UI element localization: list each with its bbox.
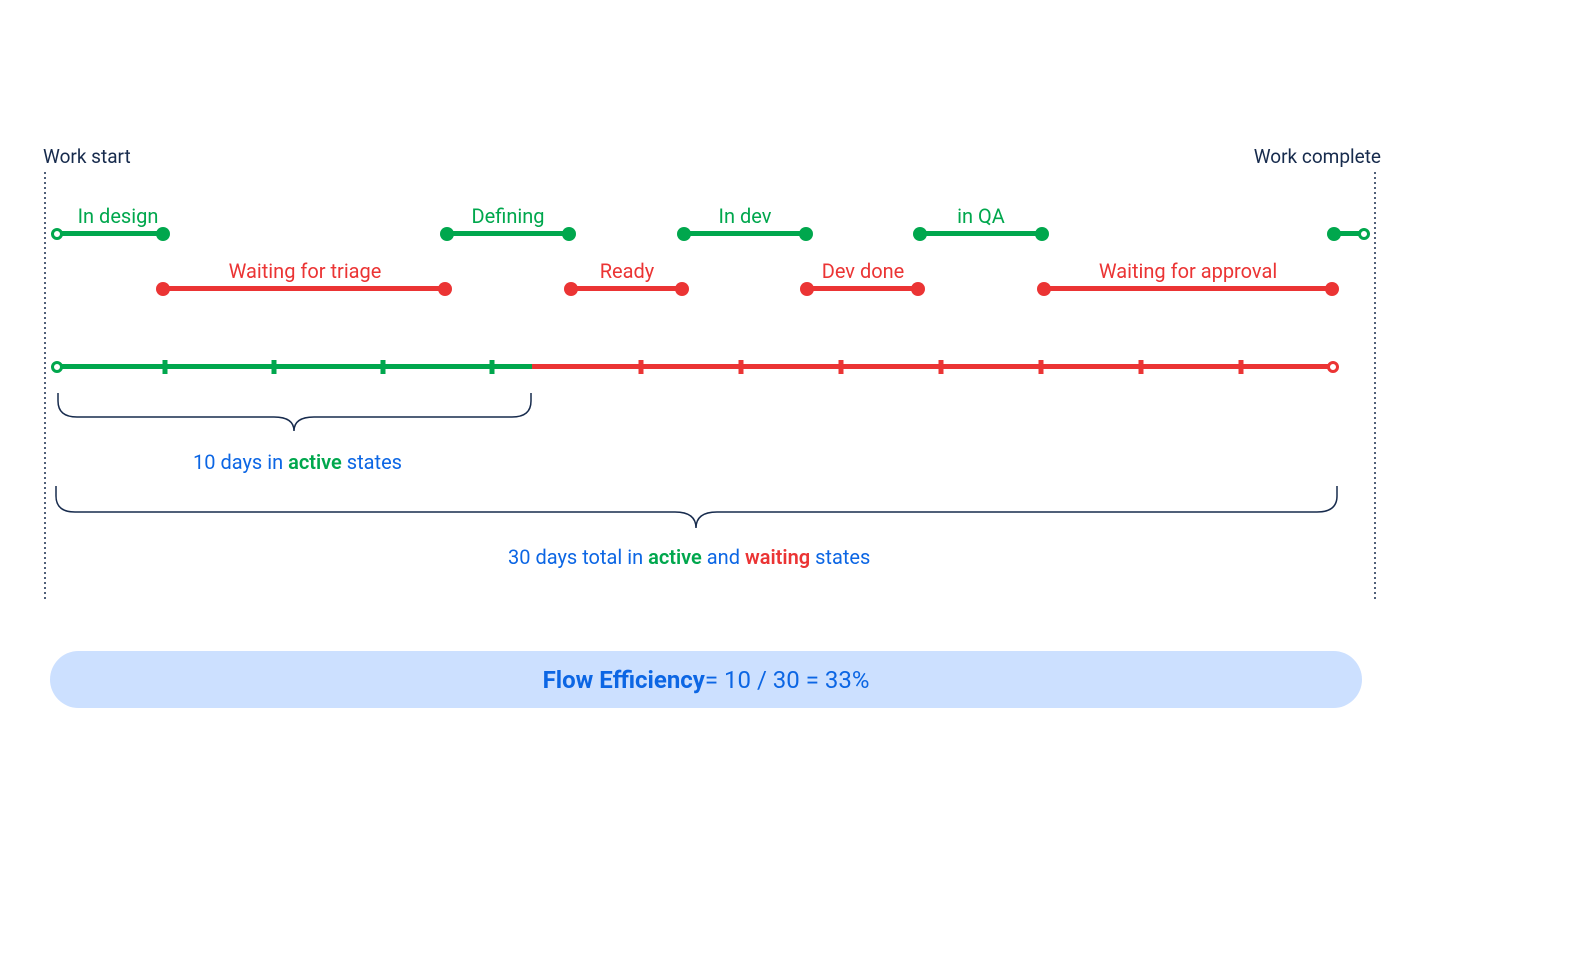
flow-efficiency-result: Flow Efficiency = 10 / 30 = 33% (50, 651, 1362, 708)
segment-label-in-dev: In dev (719, 204, 772, 228)
brace-text: 10 days in (193, 450, 288, 474)
segment-label-waiting-approval: Waiting for approval (1099, 259, 1277, 283)
brace-total-label: 30 days total in active and waiting stat… (508, 545, 870, 569)
segment-label-defining: Defining (472, 204, 545, 228)
result-label: Flow Efficiency (543, 666, 705, 694)
brace-active-label: 10 days in active states (193, 450, 402, 474)
boundary-lines (43, 172, 1378, 602)
brace-active (57, 393, 532, 433)
brace-text: states (342, 450, 402, 474)
tick-icon (639, 360, 644, 374)
open-dot-icon (1327, 361, 1339, 373)
tick-icon (739, 360, 744, 374)
tick-icon (163, 360, 168, 374)
dot-icon (675, 282, 689, 296)
dot-icon (911, 282, 925, 296)
flow-efficiency-diagram: Work start Work complete In design Defin… (43, 150, 1378, 600)
dot-icon (677, 227, 691, 241)
segment-waiting-triage (163, 286, 445, 291)
segment-label-ready: Ready (600, 259, 655, 283)
dot-icon (1325, 282, 1339, 296)
tick-icon (839, 360, 844, 374)
segment-label-waiting-triage: Waiting for triage (229, 259, 382, 283)
dot-icon (1327, 227, 1341, 241)
tick-icon (272, 360, 277, 374)
dot-icon (156, 227, 170, 241)
tick-icon (939, 360, 944, 374)
dot-icon (564, 282, 578, 296)
brace-text: 30 days total in (508, 545, 648, 569)
dot-icon (799, 227, 813, 241)
brace-total (55, 486, 1338, 530)
segment-in-dev (684, 231, 806, 236)
open-dot-icon (51, 228, 63, 240)
tick-icon (1239, 360, 1244, 374)
dot-icon (1037, 282, 1051, 296)
brace-text: and (702, 545, 745, 569)
timeline-active (57, 364, 532, 369)
tick-icon (490, 360, 495, 374)
segment-in-qa (920, 231, 1042, 236)
brace-text-active: active (648, 545, 702, 569)
segment-ready (571, 286, 682, 291)
dot-icon (440, 227, 454, 241)
segment-in-design (55, 231, 163, 236)
segment-label-dev-done: Dev done (822, 259, 905, 283)
brace-text-waiting: waiting (745, 545, 810, 569)
dot-icon (156, 282, 170, 296)
brace-text-active: active (288, 450, 342, 474)
dot-icon (1035, 227, 1049, 241)
dot-icon (913, 227, 927, 241)
brace-text: states (810, 545, 870, 569)
segment-label-in-qa: in QA (957, 204, 1005, 228)
dot-icon (562, 227, 576, 241)
work-start-label: Work start (43, 145, 131, 168)
tick-icon (1139, 360, 1144, 374)
segment-label-in-design: In design (78, 204, 159, 228)
tick-icon (1039, 360, 1044, 374)
open-dot-icon (51, 361, 63, 373)
timeline-waiting (532, 364, 1333, 369)
segment-dev-done (807, 286, 918, 291)
segment-waiting-approval (1044, 286, 1332, 291)
tick-icon (381, 360, 386, 374)
work-complete-label: Work complete (1254, 145, 1381, 168)
open-dot-icon (1358, 228, 1370, 240)
segment-defining (447, 231, 569, 236)
result-equation: = 10 / 30 = 33% (705, 666, 870, 694)
dot-icon (438, 282, 452, 296)
dot-icon (800, 282, 814, 296)
